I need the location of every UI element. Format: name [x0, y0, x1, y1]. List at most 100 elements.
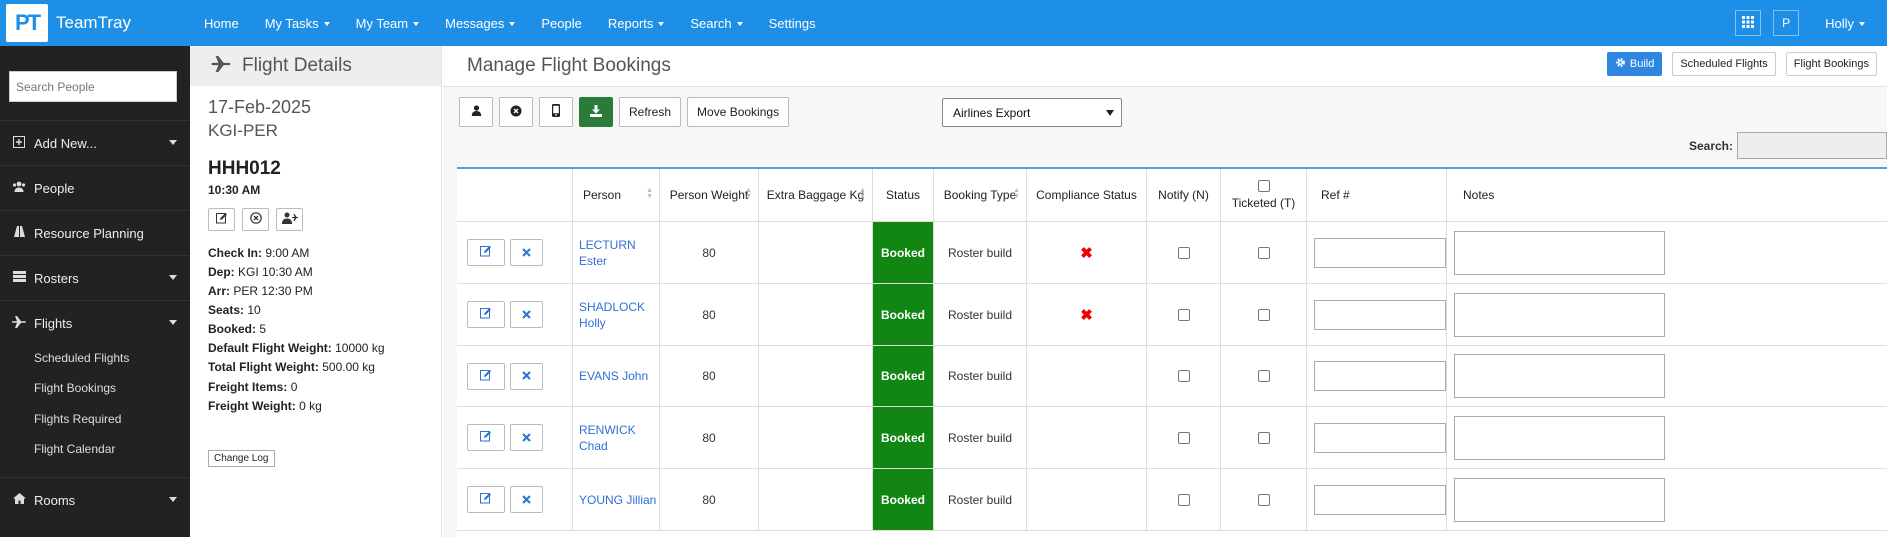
column-label: Ref # [1321, 188, 1350, 202]
edit-booking-button[interactable] [467, 301, 505, 328]
cancel-flight-button[interactable] [242, 208, 269, 231]
notify-checkbox[interactable] [1177, 431, 1190, 444]
download-button[interactable] [579, 97, 613, 127]
notify-checkbox[interactable] [1177, 246, 1190, 259]
ref-input[interactable] [1314, 299, 1446, 330]
sidebar-item-rooms[interactable]: Rooms [0, 478, 190, 522]
notes-textarea[interactable] [1454, 230, 1665, 275]
notes-textarea[interactable] [1454, 477, 1665, 522]
flight-date: 17-Feb-2025 [208, 97, 312, 117]
edit-booking-button[interactable] [467, 362, 505, 390]
nav-reports[interactable]: Reports [608, 16, 665, 31]
weight-cell: 80 [660, 469, 759, 530]
build-button[interactable]: Build [1606, 52, 1663, 76]
notes-textarea[interactable] [1454, 292, 1665, 337]
ticketed-checkbox[interactable] [1257, 431, 1270, 444]
ticket-all-checkbox[interactable] [1257, 180, 1270, 192]
app-logo[interactable]: PT TeamTray [6, 4, 131, 42]
column-header-status[interactable]: Status [873, 169, 934, 221]
nav-search[interactable]: Search [690, 16, 743, 31]
booking-type: Roster build [947, 369, 1013, 383]
flight-bookings-button[interactable]: Flight Bookings [1785, 52, 1877, 76]
person-link[interactable]: EVANS John [573, 368, 648, 384]
assign-person-button[interactable] [276, 208, 303, 231]
ref-input[interactable] [1314, 484, 1446, 515]
nav-home[interactable]: Home [204, 16, 239, 31]
field-value: 0 [290, 380, 298, 394]
edit-booking-button[interactable] [467, 424, 505, 451]
move-bookings-button[interactable]: Move Bookings [687, 97, 790, 127]
compliance-cell: ✖ [1027, 222, 1147, 283]
sidebar-subitem-flight-bookings[interactable]: Flight Bookings [34, 381, 116, 395]
user-icon [471, 105, 482, 119]
column-header-booking-type[interactable]: Booking Type ▲ ▼ [934, 169, 1027, 221]
person-link[interactable]: YOUNG Jillian [573, 492, 656, 508]
apps-grid-button[interactable] [1735, 10, 1762, 36]
user-menu[interactable]: Holly [1825, 16, 1865, 31]
sidebar-subitem-scheduled-flights[interactable]: Scheduled Flights [34, 351, 129, 365]
nav-my-tasks[interactable]: My Tasks [265, 16, 330, 31]
sidebar-subitem-flights-required[interactable]: Flights Required [34, 412, 121, 426]
sidebar: Add New... People Resource Planning Rost… [0, 46, 190, 537]
person-plane-icon [281, 212, 298, 227]
ticketed-checkbox[interactable] [1257, 246, 1270, 259]
add-person-button[interactable] [459, 97, 493, 127]
column-header-extra-baggage[interactable]: Extra Baggage Kg ▲ ▼ [759, 169, 873, 221]
delete-booking-button[interactable] [510, 486, 543, 513]
ticketed-checkbox[interactable] [1257, 493, 1270, 506]
column-header-ref[interactable]: Ref # [1307, 169, 1447, 221]
column-header-notes[interactable]: Notes [1447, 169, 1665, 221]
user-initial-button[interactable]: P [1773, 10, 1800, 36]
person-link[interactable]: RENWICK Chad [573, 422, 659, 454]
baggage-cell [759, 469, 873, 530]
nav-settings[interactable]: Settings [769, 16, 816, 31]
nav-people[interactable]: People [541, 16, 581, 31]
row-actions [457, 407, 573, 468]
remove-booking-button[interactable] [499, 97, 533, 127]
sidebar-subitem-flight-calendar[interactable]: Flight Calendar [34, 442, 115, 456]
person-link[interactable]: LECTURN Ester [573, 237, 659, 269]
ref-input[interactable] [1314, 422, 1446, 453]
sidebar-item-resource-planning[interactable]: Resource Planning [0, 211, 190, 255]
column-header-person[interactable]: Person ▲ ▼ [573, 169, 660, 221]
export-format-select[interactable]: Airlines Export [942, 98, 1122, 127]
column-header-notify[interactable]: Notify (N) [1147, 169, 1221, 221]
delete-booking-button[interactable] [510, 424, 543, 451]
column-header-person-weight[interactable]: Person Weight ▲ ▼ [660, 169, 759, 221]
sidebar-item-rosters[interactable]: Rosters [0, 256, 190, 300]
notify-cell [1147, 284, 1221, 345]
edit-booking-button[interactable] [467, 486, 505, 513]
column-header-ticketed[interactable]: Ticketed (T) [1221, 169, 1307, 221]
sidebar-item-label: Rosters [34, 270, 79, 286]
nav-my-team[interactable]: My Team [356, 16, 420, 31]
search-people-input[interactable] [9, 71, 177, 102]
notes-textarea[interactable] [1454, 415, 1665, 460]
sidebar-search [9, 71, 177, 102]
refresh-button[interactable]: Refresh [619, 97, 682, 127]
edit-flight-button[interactable] [208, 208, 235, 231]
notes-cell [1447, 346, 1665, 406]
delete-booking-button[interactable] [510, 239, 543, 266]
notify-checkbox[interactable] [1177, 493, 1190, 506]
person-weight: 80 [702, 307, 716, 322]
edit-booking-button[interactable] [467, 239, 505, 266]
ticketed-checkbox[interactable] [1257, 308, 1270, 321]
delete-booking-button[interactable] [510, 301, 543, 328]
ref-input[interactable] [1314, 237, 1446, 268]
sidebar-item-add-new[interactable]: Add New... [0, 121, 190, 165]
nav-messages[interactable]: Messages [445, 16, 516, 31]
mobile-button[interactable] [539, 97, 573, 127]
sidebar-item-flights[interactable]: Flights [0, 301, 190, 345]
change-log-button[interactable]: Change Log [208, 450, 275, 467]
column-header-compliance-status[interactable]: Compliance Status [1027, 169, 1147, 221]
ticketed-checkbox[interactable] [1257, 370, 1270, 382]
notify-checkbox[interactable] [1177, 308, 1190, 321]
sidebar-item-people[interactable]: People [0, 166, 190, 210]
delete-booking-button[interactable] [510, 362, 543, 390]
table-search-input[interactable] [1737, 132, 1887, 159]
notify-checkbox[interactable] [1177, 370, 1190, 382]
person-link[interactable]: SHADLOCK Holly [573, 299, 659, 331]
notes-textarea[interactable] [1454, 354, 1665, 398]
ref-input[interactable] [1314, 361, 1446, 391]
scheduled-flights-button[interactable]: Scheduled Flights [1672, 52, 1776, 76]
